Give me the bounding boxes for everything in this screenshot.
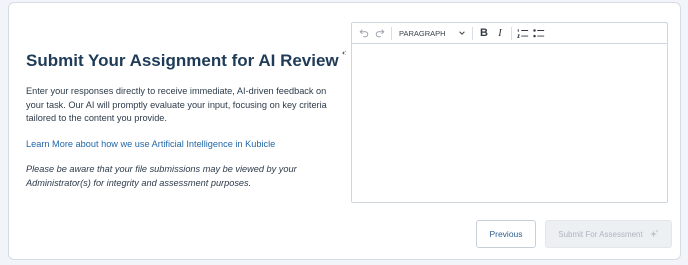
submit-button-label: Submit For Assessment [558, 229, 643, 239]
undo-icon [359, 29, 369, 38]
redo-icon [375, 29, 385, 38]
learn-more-link[interactable]: Learn More about how we use Artificial I… [26, 138, 275, 151]
assignment-info: Submit Your Assignment for AI Review Ent… [26, 49, 346, 190]
submit-for-assessment-button[interactable]: Submit For Assessment [545, 220, 672, 248]
intro-text: Enter your responses directly to receive… [26, 86, 327, 123]
ai-sparkle-icon [341, 50, 346, 55]
assignment-card: Submit Your Assignment for AI Review Ent… [8, 2, 681, 260]
editor-toolbar: PARAGRAPH B I [352, 23, 667, 44]
ai-sparkle-icon [649, 229, 659, 238]
toolbar-divider [391, 26, 392, 40]
block-type-value: PARAGRAPH [399, 28, 446, 38]
numbered-list-icon [517, 28, 529, 38]
chevron-down-icon [459, 31, 465, 35]
bold-button[interactable]: B [476, 25, 492, 41]
page-title-text: Submit Your Assignment for AI Review [26, 51, 339, 70]
bullet-list-button[interactable] [531, 25, 547, 41]
toolbar-divider [472, 26, 473, 40]
bullet-list-icon [533, 28, 545, 37]
response-text-area[interactable] [352, 44, 667, 202]
response-editor: PARAGRAPH B I [351, 22, 668, 203]
block-type-select[interactable]: PARAGRAPH [395, 24, 469, 42]
admin-notice: Please be aware that your file submissio… [26, 163, 297, 188]
italic-button[interactable]: I [492, 25, 508, 41]
numbered-list-button[interactable] [515, 25, 531, 41]
page-title: Submit Your Assignment for AI Review [26, 49, 346, 73]
previous-button[interactable]: Previous [476, 220, 536, 248]
toolbar-divider [511, 26, 512, 40]
redo-button[interactable] [372, 25, 388, 41]
undo-button[interactable] [356, 25, 372, 41]
